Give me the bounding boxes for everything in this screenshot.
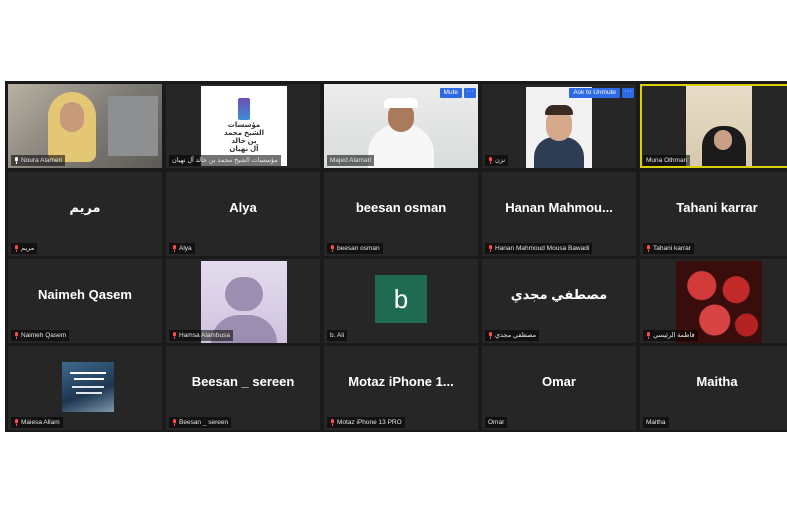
muted-mic-icon bbox=[488, 244, 493, 252]
participant-name-label: Motaz iPhone 13 PRO bbox=[327, 417, 405, 428]
muted-mic-icon bbox=[172, 244, 177, 252]
participant-display-name: Maitha bbox=[696, 374, 738, 389]
muted-mic-icon bbox=[646, 331, 651, 339]
participant-display-name: Omar bbox=[542, 374, 576, 389]
participant-name-label: beesan osman bbox=[327, 243, 383, 254]
participant-name-label: Majed Alamari bbox=[327, 155, 375, 166]
participant-display-name: beesan osman bbox=[355, 200, 447, 215]
participant-name-label: Naimeh Qasem bbox=[11, 330, 70, 341]
foundation-logo: مؤسسات الشيخ محمد بن خالد آل نهيان bbox=[201, 86, 287, 166]
participant-name-label: Hanan Mahmoud Mousa Bawadi bbox=[485, 243, 593, 254]
muted-mic-icon bbox=[330, 418, 335, 426]
participant-tile-muna[interactable]: Muna Othman bbox=[640, 84, 787, 168]
participant-tile[interactable]: Beesan _ sereen Beesan _ sereen bbox=[166, 346, 320, 430]
participant-display-name: Naimeh Qasem bbox=[38, 287, 132, 302]
participant-tile[interactable]: Omar Omar bbox=[482, 346, 636, 430]
participant-tile-foundation[interactable]: مؤسسات الشيخ محمد بن خالد آل نهيان مؤسسا… bbox=[166, 84, 320, 168]
muted-mic-icon bbox=[14, 156, 19, 164]
participant-tile-hamsa[interactable]: Hamsa Alambusa bbox=[166, 259, 320, 343]
participant-name-label: Noura Alameri bbox=[11, 155, 66, 166]
ask-to-unmute-button[interactable]: Ask to Unmute bbox=[569, 88, 620, 98]
participant-name-label: مصطفي مجدي bbox=[485, 330, 540, 341]
muted-mic-icon bbox=[14, 244, 19, 252]
participant-tile[interactable]: Naimeh Qasem Naimeh Qasem bbox=[8, 259, 162, 343]
participant-tile[interactable]: Maitha Maitha bbox=[640, 346, 787, 430]
participant-name-label: Alya bbox=[169, 243, 195, 254]
participant-name-label: Maitha bbox=[643, 417, 669, 428]
more-options-button[interactable]: ··· bbox=[622, 88, 634, 98]
participant-video bbox=[686, 86, 752, 166]
participant-tile-b-ali[interactable]: b b. Ali bbox=[324, 259, 478, 343]
participant-tile-majed[interactable]: Mute ··· Majed Alamari bbox=[324, 84, 478, 168]
participant-name-label: b. Ali bbox=[327, 330, 348, 341]
more-options-button[interactable]: ··· bbox=[464, 88, 476, 98]
participant-video bbox=[526, 87, 592, 168]
participant-tile[interactable]: Hanan Mahmou... Hanan Mahmoud Mousa Bawa… bbox=[482, 172, 636, 256]
participant-display-name: مريم bbox=[69, 200, 101, 215]
participant-tile[interactable]: Motaz iPhone 1... Motaz iPhone 13 PRO bbox=[324, 346, 478, 430]
participant-tile-fatima[interactable]: فاطمة الرئيسي bbox=[640, 259, 787, 343]
participant-name-label: نزن bbox=[485, 155, 509, 166]
muted-mic-icon bbox=[488, 331, 493, 339]
participant-name-label: مؤسسات الشيخ محمد بن خالد آل نهيان bbox=[169, 155, 281, 166]
participant-tile-maiesa[interactable]: Maiesa Allam bbox=[8, 346, 162, 430]
participant-tile[interactable]: مريم مريم bbox=[8, 172, 162, 256]
participant-name-label: فاطمة الرئيسي bbox=[643, 330, 698, 341]
participant-display-name: مصطفي مجدي bbox=[510, 287, 608, 302]
participant-tile-noura[interactable]: Noura Alameri bbox=[8, 84, 162, 168]
muted-mic-icon bbox=[14, 331, 19, 339]
muted-mic-icon bbox=[172, 331, 177, 339]
participant-name-label: Maiesa Allam bbox=[11, 417, 63, 428]
participant-display-name: Beesan _ sereen bbox=[191, 374, 295, 389]
participant-display-name: Hanan Mahmou... bbox=[505, 200, 613, 215]
participant-name-label: مريم bbox=[11, 243, 38, 254]
participant-tile[interactable]: مصطفي مجدي مصطفي مجدي bbox=[482, 259, 636, 343]
participant-display-name: Motaz iPhone 1... bbox=[348, 374, 454, 389]
participant-name-label: Omar bbox=[485, 417, 508, 428]
mute-button[interactable]: Mute bbox=[439, 88, 462, 98]
participant-name-label: Hamsa Alambusa bbox=[169, 330, 233, 341]
muted-mic-icon bbox=[646, 244, 651, 252]
muted-mic-icon bbox=[488, 156, 493, 164]
video-gallery: Noura Alameri مؤسسات الشيخ محمد بن خالد … bbox=[5, 81, 787, 432]
participant-tile[interactable]: Tahani karrar Tahani karrar bbox=[640, 172, 787, 256]
participant-display-name: Alya bbox=[229, 200, 257, 215]
initial-avatar: b bbox=[375, 275, 427, 323]
participant-name-label: Tahani karrar bbox=[643, 243, 694, 254]
participant-tile[interactable]: Alya Alya bbox=[166, 172, 320, 256]
participant-tile[interactable]: beesan osman beesan osman bbox=[324, 172, 478, 256]
participant-display-name: Tahani karrar bbox=[676, 200, 758, 215]
poster-image bbox=[62, 362, 114, 412]
muted-mic-icon bbox=[14, 418, 19, 426]
participant-name-label: Beesan _ sereen bbox=[169, 417, 232, 428]
participant-name-label: Muna Othman bbox=[643, 155, 691, 166]
muted-mic-icon bbox=[330, 244, 335, 252]
participant-tile-nzn[interactable]: Ask to Unmute ··· نزن bbox=[482, 84, 636, 168]
muted-mic-icon bbox=[172, 418, 177, 426]
